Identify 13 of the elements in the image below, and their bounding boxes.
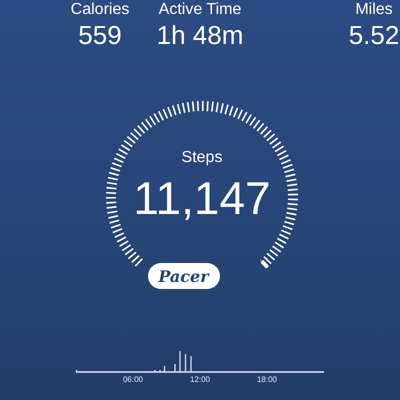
pacer-logo: Pacer — [148, 263, 220, 289]
steps-label: Steps — [182, 149, 222, 167]
stat-value: 1h 48m — [156, 19, 244, 51]
gauge-handle — [259, 258, 270, 270]
stat-value: 559 — [78, 19, 122, 51]
time-label: 06:00 — [122, 375, 144, 385]
stat-label: Active Time — [158, 1, 242, 19]
stat-label: Calories — [70, 1, 130, 19]
time-label: 12:00 — [188, 375, 212, 385]
stat-label: Miles — [355, 1, 393, 19]
steps-count: 11,147 — [133, 172, 271, 224]
time-label: 18:00 — [256, 375, 278, 385]
stat-value: 5.52 — [348, 19, 400, 51]
